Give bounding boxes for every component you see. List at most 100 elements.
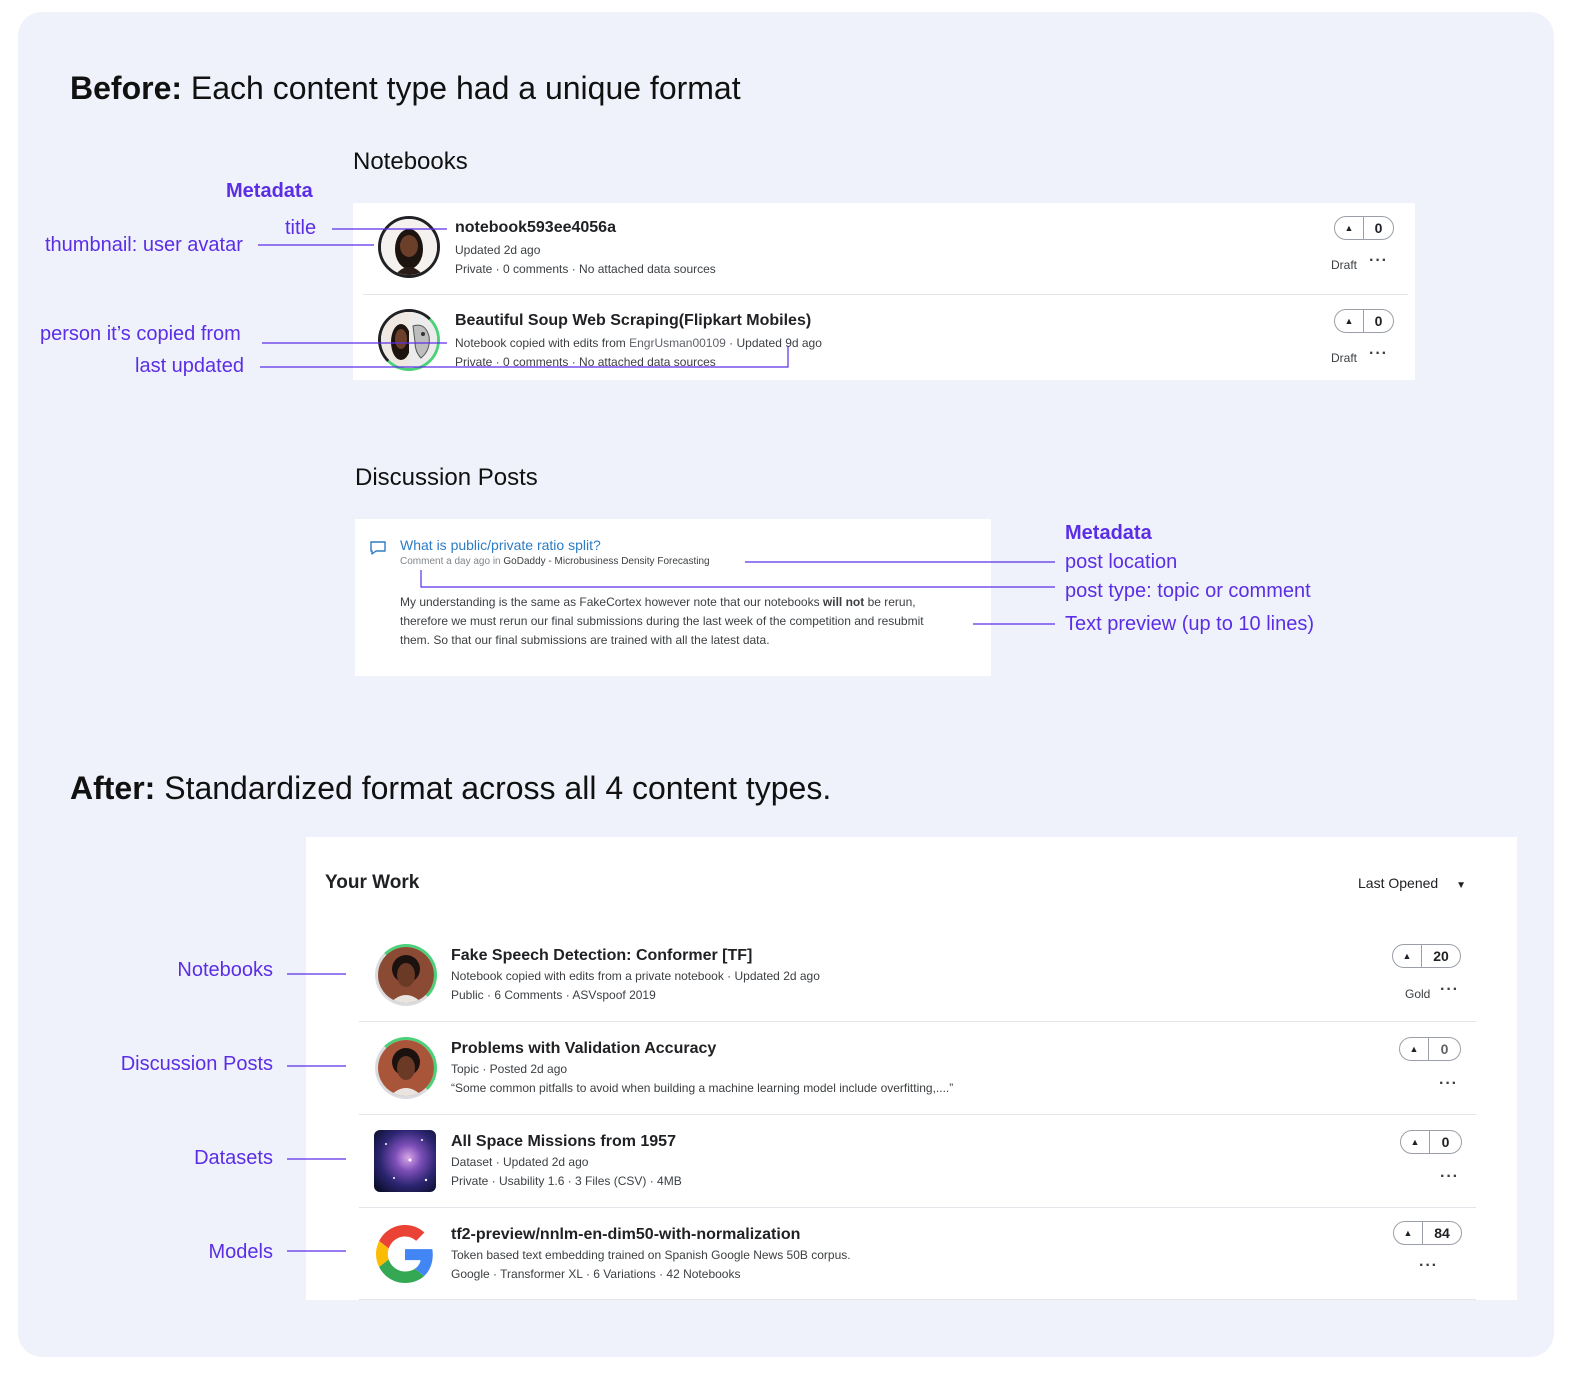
preview-line-2: therefore we must rerun our final submis… <box>400 614 924 628</box>
user-avatar[interactable] <box>375 1037 437 1099</box>
discussion-before-card: What is public/private ratio split? Comm… <box>355 519 991 676</box>
draft-status: Draft <box>1331 351 1358 365</box>
row-divider <box>359 1021 1476 1022</box>
dataset-thumbnail[interactable] <box>374 1130 436 1192</box>
vote-count: 0 <box>1374 220 1383 236</box>
copied-from-user-link[interactable]: EngrUsman00109 <box>629 336 726 350</box>
vote-count: 0 <box>1441 1134 1450 1150</box>
annotation-thumbnail: thumbnail: user avatar <box>45 234 243 256</box>
notebook-title[interactable]: notebook593ee4056a <box>455 219 616 237</box>
person-portrait-icon <box>378 947 434 1003</box>
upvote-arrow-icon[interactable]: ▲ <box>1401 1131 1430 1153</box>
label-models: Models <box>208 1241 273 1263</box>
annotation-post-type: post type: topic or comment <box>1065 580 1311 602</box>
copied-avatar[interactable] <box>378 309 440 371</box>
person-portrait-icon <box>381 219 437 275</box>
user-avatar[interactable] <box>375 944 437 1006</box>
copied-suffix: · Updated 9d ago <box>725 336 822 350</box>
item-title[interactable]: All Space Missions from 1957 <box>451 1133 676 1151</box>
preview-line-3: them. So that our final submissions are … <box>400 633 770 647</box>
more-options-icon[interactable]: ··· <box>1369 252 1388 270</box>
your-work-title: Your Work <box>325 872 420 893</box>
after-heading-bold: After: <box>70 770 156 806</box>
preview-bold: will not <box>822 595 865 609</box>
discussion-text-preview: My understanding is the same as FakeCort… <box>400 593 924 650</box>
before-heading-bold: Before: <box>70 70 183 106</box>
annotation-text-preview: Text preview (up to 10 lines) <box>1065 613 1315 635</box>
item-line-2: Private · Usability 1.6 · 3 Files (CSV) … <box>451 1174 682 1188</box>
more-options-icon[interactable]: ··· <box>1369 345 1388 363</box>
notebook-meta: Private · 0 comments · No attached data … <box>455 355 716 369</box>
item-line-1: Notebook copied with edits from a privat… <box>451 969 820 983</box>
item-title[interactable]: Problems with Validation Accuracy <box>451 1040 716 1058</box>
post-location-link[interactable]: GoDaddy - Microbusiness Density Forecast… <box>503 556 709 567</box>
annotation-title: title <box>285 217 317 239</box>
label-notebooks: Notebooks <box>177 959 273 981</box>
galaxy-image-icon <box>374 1130 436 1192</box>
item-line-2: Google · Transformer XL · 6 Variations ·… <box>451 1267 741 1281</box>
after-heading: After: Standardized format across all 4 … <box>70 770 831 807</box>
upvote-control[interactable]: ▲ 0 <box>1400 1130 1462 1154</box>
upvote-arrow-icon[interactable]: ▲ <box>1393 945 1422 967</box>
chevron-down-icon: ▼ <box>1456 880 1466 891</box>
before-heading-text: Each content type had a unique format <box>190 70 741 106</box>
google-logo-icon <box>376 1225 433 1283</box>
item-line-1: Dataset · Updated 2d ago <box>451 1155 589 1169</box>
preview-text: be rerun, <box>864 595 916 609</box>
upvote-control[interactable]: ▲ 84 <box>1393 1221 1462 1245</box>
item-line-2: “Some common pitfalls to avoid when buil… <box>451 1081 954 1095</box>
notebook-title[interactable]: Beautiful Soup Web Scraping(Flipkart Mob… <box>455 312 811 330</box>
row-divider <box>359 1114 1476 1115</box>
annotation-post-location: post location <box>1065 551 1178 573</box>
vote-count: 0 <box>1374 313 1383 329</box>
item-line-2: Public · 6 Comments · ASVspoof 2019 <box>451 988 656 1002</box>
notebooks-before-card: notebook593ee4056a Updated 2d ago Privat… <box>353 203 1415 380</box>
sort-dropdown[interactable]: Last Opened ▼ <box>1358 875 1466 891</box>
item-title[interactable]: Fake Speech Detection: Conformer [TF] <box>451 947 752 965</box>
upvote-arrow-icon[interactable]: ▲ <box>1400 1038 1429 1060</box>
annotation-copied-from: person it’s copied from <box>40 323 241 345</box>
more-options-icon[interactable]: ··· <box>1419 1257 1438 1275</box>
before-heading: Before: Each content type had a unique f… <box>70 70 741 107</box>
preview-line-1: My understanding is the same as FakeCort… <box>400 593 924 612</box>
annotation-metadata: Metadata <box>226 180 313 202</box>
comment-bubble-icon <box>370 541 386 555</box>
upvote-arrow-icon[interactable]: ▲ <box>1335 217 1364 239</box>
upvote-arrow-icon[interactable]: ▲ <box>1335 310 1364 332</box>
upvote-control[interactable]: ▲ 0 <box>1399 1037 1461 1061</box>
row-divider <box>359 1299 1476 1300</box>
upvote-control[interactable]: ▲ 0 <box>1334 216 1394 240</box>
label-datasets: Datasets <box>194 1147 273 1169</box>
vote-count: 20 <box>1433 948 1449 964</box>
notebook-updated: Updated 2d ago <box>455 243 541 257</box>
notebooks-section-title: Notebooks <box>353 148 468 175</box>
discussion-meta: Comment a day ago in GoDaddy - Microbusi… <box>400 556 710 567</box>
item-line-1: Token based text embedding trained on Sp… <box>451 1248 851 1262</box>
upvote-control[interactable]: ▲ 0 <box>1334 309 1394 333</box>
label-discussion-posts: Discussion Posts <box>120 1053 273 1075</box>
annotation-metadata: Metadata <box>1065 522 1152 544</box>
annotation-last-updated: last updated <box>135 355 244 377</box>
medal-badge: Gold <box>1405 987 1431 1001</box>
your-work-card: Your Work Last Opened ▼ Fake Speech Dete… <box>306 837 1517 1300</box>
vote-count: 84 <box>1434 1225 1450 1241</box>
more-options-icon[interactable]: ··· <box>1440 981 1459 999</box>
person-portrait-icon <box>378 1040 434 1096</box>
row-divider <box>363 294 1408 295</box>
sort-label: Last Opened <box>1358 875 1439 891</box>
upvote-control[interactable]: ▲ 20 <box>1392 944 1461 968</box>
user-avatar[interactable] <box>378 216 440 278</box>
notebook-copied-line: Notebook copied with edits from EngrUsma… <box>455 336 822 350</box>
more-options-icon[interactable]: ··· <box>1439 1075 1458 1093</box>
discussion-section-title: Discussion Posts <box>355 464 538 491</box>
discussion-title-link[interactable]: What is public/private ratio split? <box>400 537 601 553</box>
more-options-icon[interactable]: ··· <box>1440 1168 1459 1186</box>
split-avatar-icon <box>381 312 437 368</box>
preview-text: My understanding is the same as FakeCort… <box>400 595 823 609</box>
upvote-arrow-icon[interactable]: ▲ <box>1394 1222 1423 1244</box>
post-type-text: Comment a day ago in <box>400 556 504 567</box>
vote-count: 0 <box>1440 1041 1449 1057</box>
notebook-meta: Private · 0 comments · No attached data … <box>455 262 716 276</box>
draft-status: Draft <box>1331 258 1358 272</box>
item-title[interactable]: tf2-preview/nnlm-en-dim50-with-normaliza… <box>451 1226 800 1244</box>
